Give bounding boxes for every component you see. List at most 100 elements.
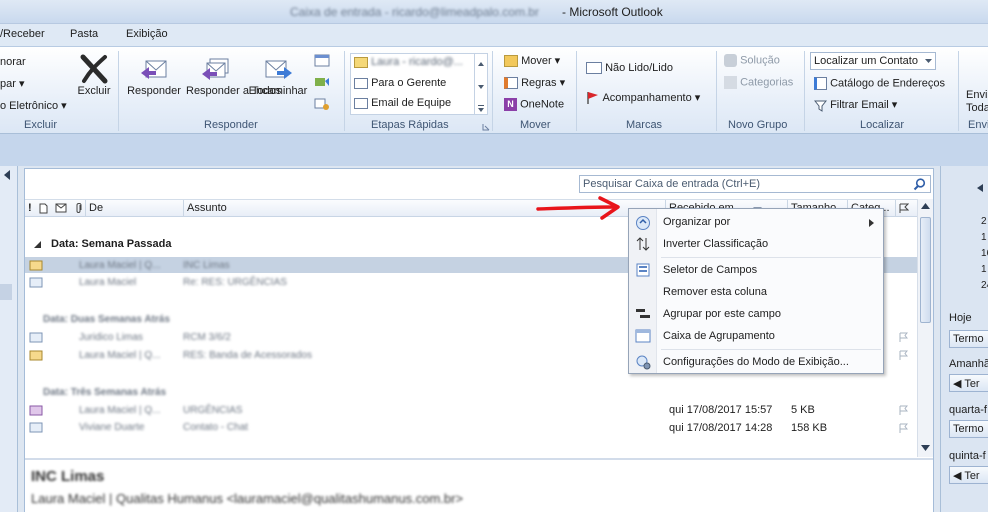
menu-item-inverter[interactable]: Inverter Classificação (663, 238, 768, 250)
chevron-left-icon[interactable] (977, 184, 983, 192)
calendar-day[interactable]: 1 (981, 264, 987, 275)
dialog-launcher-icon[interactable] (482, 123, 490, 131)
column-from[interactable]: De (89, 202, 103, 214)
tab-pasta[interactable]: Pasta (70, 28, 98, 40)
delete-button[interactable]: Excluir (74, 53, 114, 98)
menu-item-organizar-por[interactable]: Organizar por (663, 216, 730, 228)
envelope-column-icon[interactable] (55, 203, 67, 213)
forward-envelope-icon (265, 60, 292, 79)
flag-icon[interactable] (899, 332, 908, 342)
send-receive-all-button[interactable]: Envi (966, 89, 987, 101)
row-received: qui 17/08/2017 15:57 (669, 404, 773, 416)
find-contact-input[interactable]: Localizar um Contato (810, 52, 936, 70)
im-reply-icon[interactable] (314, 75, 330, 89)
row-size: 158 KB (791, 422, 828, 434)
group-label-responder: Responder (204, 119, 258, 131)
reply-button[interactable]: Responder (124, 53, 184, 98)
nav-item[interactable] (0, 284, 12, 300)
flag-column-icon[interactable] (899, 203, 909, 214)
menu-item-caixa-agrupamento[interactable]: Caixa de Agrupamento (663, 330, 775, 342)
ignore-button[interactable]: norar (0, 56, 26, 68)
tab-enviar-receber[interactable]: /Receber (0, 28, 45, 40)
menu-item-seletor-campos[interactable]: Seletor de Campos (663, 264, 757, 276)
todo-section-label: Hoje (949, 312, 972, 324)
row-subject: Contato - Chat (183, 422, 249, 433)
read-unread-button[interactable]: Não Lido/Lido (586, 62, 673, 75)
todo-appointment[interactable]: ◀ Ter (949, 374, 988, 392)
column-separator[interactable] (895, 200, 896, 217)
more-respond-icon[interactable] (314, 97, 330, 111)
delete-x-icon (80, 54, 108, 84)
flag-icon[interactable] (899, 405, 908, 415)
row-subject: URGÊNCIAS (183, 405, 243, 416)
onenote-button[interactable]: N OneNote (504, 98, 564, 111)
quick-step-para-gerente[interactable]: Para o Gerente (354, 77, 446, 89)
delete-label: Excluir (77, 85, 111, 97)
categories-button[interactable]: Categorias (724, 76, 793, 89)
reply-all-button[interactable]: Responder a Todos (186, 53, 281, 98)
forward-button[interactable]: Encaminhar (246, 53, 310, 98)
group-header-last-week[interactable]: Data: Semana Passada (51, 238, 171, 250)
message-icon (29, 422, 43, 433)
group-header-three-weeks[interactable]: Data: Três Semanas Atrás (43, 387, 166, 398)
tab-exibicao[interactable]: Exibição (126, 28, 168, 40)
search-icon[interactable] (913, 178, 926, 191)
column-subject[interactable]: Assunto (187, 202, 227, 214)
todo-appointment[interactable]: ◀ Ter (949, 466, 988, 484)
reverse-sort-icon (636, 237, 650, 251)
document-column-icon[interactable] (39, 203, 48, 214)
onenote-label: OneNote (520, 98, 565, 111)
column-separator[interactable] (85, 200, 86, 217)
column-separator[interactable] (183, 200, 184, 217)
scrollbar-thumb[interactable] (920, 217, 931, 323)
calendar-day[interactable]: 24 (981, 280, 988, 291)
calendar-day[interactable]: 1 (981, 232, 987, 243)
message-icon (29, 277, 43, 288)
calendar-day[interactable]: 2 (981, 216, 987, 227)
move-button[interactable]: Mover ▾ (504, 54, 560, 68)
group-separator (804, 51, 805, 131)
group-header-two-weeks[interactable]: Data: Duas Semanas Atrás (43, 314, 170, 325)
todo-section-label: quinta-f (949, 450, 986, 462)
junk-button[interactable]: o Eletrônico ▾ (0, 99, 67, 112)
flag-icon[interactable] (899, 423, 908, 433)
search-input[interactable]: Pesquisar Caixa de entrada (Ctrl+E) (579, 175, 931, 193)
quick-step-3-label: Email de Equipe (371, 97, 452, 109)
group-by-field-icon (636, 309, 650, 318)
menu-item-remover-coluna[interactable]: Remover esta coluna (663, 286, 767, 298)
vertical-scrollbar[interactable] (917, 199, 933, 457)
menu-icon-gutter (629, 209, 657, 373)
follow-up-button[interactable]: Acompanhamento ▾ (586, 91, 700, 105)
red-arrow-annotation (536, 196, 620, 220)
chevron-left-icon[interactable] (3, 170, 11, 180)
ribbon-bottom-band (0, 134, 988, 166)
menu-item-configuracoes[interactable]: Configurações do Modo de Exibição... (663, 356, 849, 368)
solution-button[interactable]: Solução (724, 54, 780, 67)
filter-email-button[interactable]: Filtrar Email ▾ (814, 98, 897, 112)
rules-label: Regras ▾ (521, 77, 566, 89)
rules-button[interactable]: Regras ▾ (504, 76, 566, 90)
chevron-up-icon (478, 62, 484, 66)
attachment-column-icon[interactable] (75, 202, 83, 214)
group-label-mover: Mover (520, 119, 551, 131)
scroll-up-icon[interactable] (921, 203, 930, 209)
move-folder-icon (504, 55, 518, 68)
row-from: Laura Maciel | Q... (79, 405, 161, 416)
todo-appointment[interactable]: Termo (949, 330, 988, 348)
importance-column-icon[interactable]: ! (28, 202, 32, 214)
group-label-etapas: Etapas Rápidas (371, 119, 449, 131)
quick-step-email-equipe[interactable]: Email de Equipe (354, 97, 451, 109)
address-book-button[interactable]: Catálogo de Endereços (814, 77, 945, 90)
flag-icon[interactable] (899, 350, 908, 360)
navigation-pane-collapsed[interactable] (0, 166, 18, 512)
scroll-down-icon[interactable] (921, 445, 930, 451)
calendar-day[interactable]: 16 (981, 248, 988, 259)
menu-item-agrupar-campo[interactable]: Agrupar por este campo (663, 308, 781, 320)
quick-steps-scroll[interactable] (474, 54, 486, 114)
todo-appointment[interactable]: Termo (949, 420, 988, 438)
cleanup-button[interactable]: par ▾ (0, 77, 24, 90)
quick-step-1[interactable]: Laura - ricardo@... (354, 56, 463, 68)
group-label-marcas: Marcas (626, 119, 663, 131)
collapse-triangle-icon[interactable] (34, 241, 41, 248)
meeting-icon[interactable] (314, 53, 330, 67)
